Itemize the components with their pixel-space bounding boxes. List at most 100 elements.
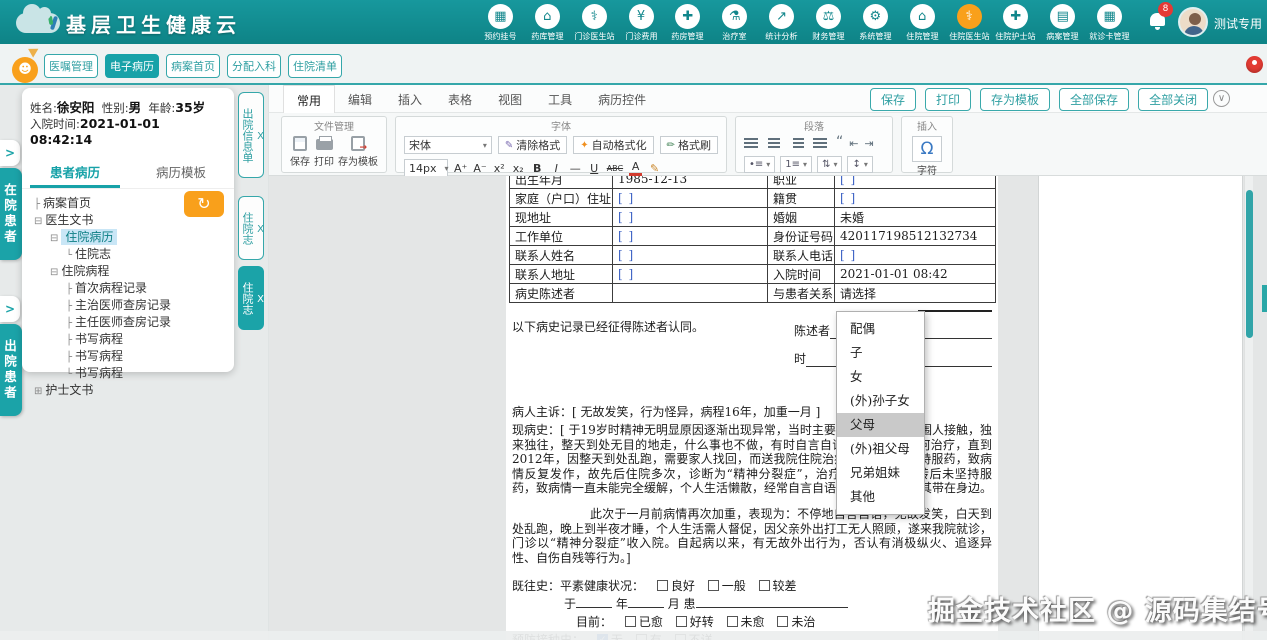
dropdown-option-highlighted[interactable]: 父母 <box>837 413 924 437</box>
expand-in-hospital-arrow[interactable]: > <box>0 140 20 166</box>
tree-item-chief-rounds[interactable]: ├主任医师查房记录 <box>28 314 234 331</box>
nav-item-appointment[interactable]: ▦预约挂号 <box>477 3 524 42</box>
nav-item-inpatient-mgmt[interactable]: ⌂住院管理 <box>899 3 946 42</box>
dropdown-option[interactable]: 配偶 <box>837 317 924 341</box>
clear-format-button[interactable]: ✎清除格式 <box>498 136 567 154</box>
checkbox-improved[interactable] <box>676 616 687 627</box>
nav-item-pharmacy[interactable]: ✚药房管理 <box>664 3 711 42</box>
bold-button[interactable]: B <box>531 162 544 175</box>
tab-order-mgmt[interactable]: 医嘱管理 <box>44 54 98 78</box>
checkbox-not-cured[interactable] <box>727 616 738 627</box>
close-icon[interactable]: X <box>255 275 266 323</box>
dropdown-option[interactable]: 其他 <box>837 485 924 509</box>
indent-icon[interactable]: ⇥ <box>864 137 873 150</box>
cell-value[interactable]: [ ] <box>613 227 768 246</box>
tree-item-write-progress-3[interactable]: └书写病程 <box>28 365 234 382</box>
delete-format-button[interactable]: ABC <box>607 164 623 173</box>
shrink-font-button[interactable]: A⁻ <box>473 162 486 175</box>
superscript-button[interactable]: x² <box>493 162 506 175</box>
tab-assign-dept[interactable]: 分配入科 <box>227 54 281 78</box>
cell-value[interactable]: [ ] <box>613 265 768 284</box>
tree-collapse-icon[interactable]: ⊟ <box>50 233 58 244</box>
blockquote-icon[interactable]: “ <box>836 137 843 147</box>
checkbox-good[interactable] <box>657 580 668 591</box>
cell-value[interactable]: 2021-01-01 08:42 <box>835 265 996 284</box>
ribbon-print-button[interactable]: 打印 <box>314 136 334 168</box>
strikethrough-button[interactable]: — <box>569 162 582 175</box>
progress-paragraph[interactable]: 此次于一月前病情再次加重，表现为：不停地自言自语，无故发笑，白天到处乱跑，晚上到… <box>512 507 992 565</box>
checkbox-untreated[interactable] <box>777 616 788 627</box>
cell-value[interactable]: [ ] <box>835 189 996 208</box>
cell-value[interactable]: 420117198512132734 <box>835 227 996 246</box>
align-justify-icon[interactable] <box>813 137 830 150</box>
tab-case-homepage[interactable]: 病案首页 <box>166 54 220 78</box>
menu-view[interactable]: 视图 <box>485 85 535 115</box>
tab-emr[interactable]: 电子病历 <box>105 54 159 78</box>
print-button[interactable]: 打印 <box>925 88 971 111</box>
nav-item-inpatient-nurse[interactable]: ✚住院护士站 <box>992 3 1039 42</box>
year-blank[interactable] <box>576 595 612 608</box>
checkbox-poor[interactable] <box>759 580 770 591</box>
cell-value[interactable]: [ ] <box>835 176 996 189</box>
outdent-icon[interactable]: ⇤ <box>849 137 858 150</box>
collapse-ribbon-icon[interactable]: ∨ <box>1213 90 1230 107</box>
menu-insert[interactable]: 插入 <box>385 85 435 115</box>
menu-edit[interactable]: 编辑 <box>335 85 385 115</box>
relation-select[interactable]: 请选择 <box>835 284 996 303</box>
tab-patient-record[interactable]: 患者病历 <box>22 157 128 188</box>
paragraph-spacing-button[interactable]: ↕▾ <box>847 156 872 173</box>
tab-record-template[interactable]: 病历模板 <box>128 157 234 188</box>
nav-item-visit-card[interactable]: ▦就诊卡管理 <box>1086 3 1133 42</box>
dropdown-option[interactable]: 子 <box>837 341 924 365</box>
tree-expand-icon[interactable]: ⊞ <box>34 386 42 397</box>
numbered-list-button[interactable]: 1≡▾ <box>780 156 812 173</box>
patient-avatar-icon[interactable]: ☻ <box>12 57 38 83</box>
cell-value[interactable]: [ ] <box>835 246 996 265</box>
nav-item-drug-store[interactable]: ⌂药库管理 <box>524 3 571 42</box>
menu-record-controls[interactable]: 病历控件 <box>585 85 659 115</box>
cell-value[interactable]: 1985-12-13 <box>613 176 768 189</box>
format-painter-button[interactable]: ✏格式刷 <box>660 136 718 154</box>
nav-item-statistics[interactable]: ↗统计分析 <box>758 3 805 42</box>
underline-button[interactable]: U <box>588 162 601 175</box>
scrollbar-thumb[interactable] <box>1246 190 1253 338</box>
close-icon[interactable]: X <box>255 101 266 171</box>
tree-item-nurse-docs[interactable]: ⊞护士文书 <box>28 382 234 399</box>
font-family-select[interactable]: 宋体▾ <box>404 136 492 154</box>
scrollbar-track[interactable] <box>1244 176 1253 640</box>
tree-item-progress-notes[interactable]: ⊟住院病程 <box>28 263 234 280</box>
cell-value[interactable] <box>613 284 768 303</box>
nav-item-inpatient-doctor[interactable]: ⚕住院医生站 <box>946 3 993 42</box>
insert-symbol-button[interactable]: Ω <box>912 136 942 162</box>
align-center-icon[interactable] <box>767 137 784 150</box>
font-color-button[interactable]: A <box>629 160 642 176</box>
ribbon-save-template-button[interactable]: 存为模板 <box>338 136 378 168</box>
tree-collapse-icon[interactable]: ⊟ <box>34 216 42 227</box>
nav-item-case-record[interactable]: ▤病案管理 <box>1039 3 1086 42</box>
save-all-button[interactable]: 全部保存 <box>1059 88 1129 111</box>
doc-tab-admission-note-1[interactable]: 住院志X <box>238 196 264 260</box>
ribbon-save-button[interactable]: 保存 <box>290 136 310 168</box>
doc-tab-admission-note-2[interactable]: 住院志X <box>238 266 264 330</box>
dropdown-option[interactable]: 女 <box>837 365 924 389</box>
nav-item-outpatient-fee[interactable]: ¥门诊费用 <box>618 3 665 42</box>
line-spacing-button[interactable]: ⇅▾ <box>817 156 842 173</box>
checkbox-fair[interactable] <box>708 580 719 591</box>
checkbox-cured[interactable] <box>625 616 636 627</box>
red-status-icon[interactable] <box>1246 56 1263 73</box>
nav-item-treatment-room[interactable]: ⚗治疗室 <box>711 3 758 42</box>
sidebar-tab-out-hospital[interactable]: 出院患者 <box>0 324 22 416</box>
dropdown-option[interactable]: 兄弟姐妹 <box>837 461 924 485</box>
tab-inpatient-list[interactable]: 住院清单 <box>288 54 342 78</box>
tree-item-write-progress-1[interactable]: ├书写病程 <box>28 331 234 348</box>
dropdown-option[interactable]: (外)孙子女 <box>837 389 924 413</box>
font-size-select[interactable]: 14px▾ <box>404 159 448 177</box>
align-right-icon[interactable] <box>790 137 807 150</box>
auto-format-button[interactable]: ✦自动格式化 <box>573 136 653 154</box>
save-as-template-button[interactable]: 存为模板 <box>980 88 1050 111</box>
expand-out-hospital-arrow[interactable]: > <box>0 296 20 322</box>
tree-item-inpatient-record[interactable]: ⊟住院病历 <box>28 229 234 246</box>
align-left-icon[interactable] <box>744 137 761 150</box>
cell-value[interactable]: [ ] <box>613 189 768 208</box>
tree-item-write-progress-2[interactable]: ├书写病程 <box>28 348 234 365</box>
